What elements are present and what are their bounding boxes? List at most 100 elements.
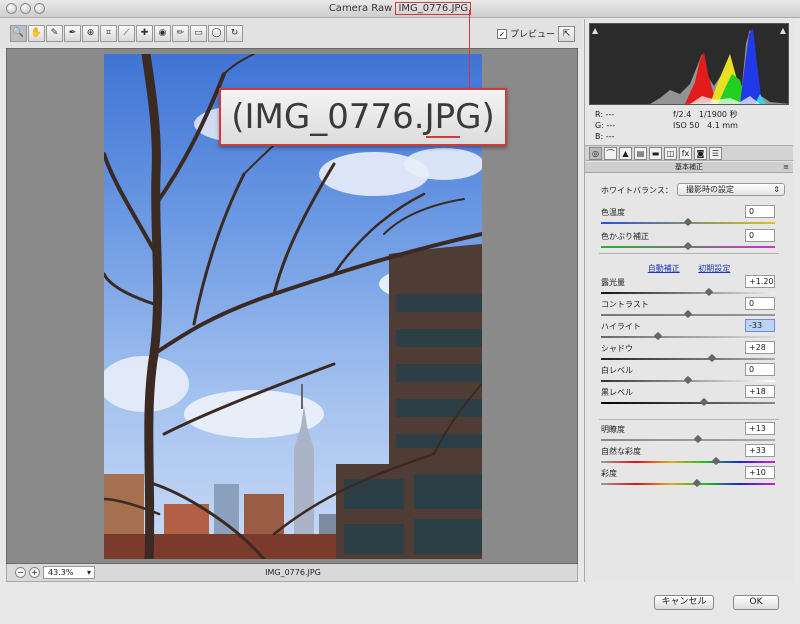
tool-bar: 🔍 ✋ ✎ ✒ ⊕ ⌗ ⟋ ✚ ◉ ✏ ▭ ◯ ↻ ✓ プレビュー ⇱ xyxy=(0,19,582,49)
slider-label: 色温度 xyxy=(601,208,625,217)
slider-knob[interactable] xyxy=(692,478,701,488)
effects-tab-icon[interactable]: fx xyxy=(679,147,692,160)
slider-label: ハイライト xyxy=(601,322,641,331)
slider-row: シャドウ +28 xyxy=(601,341,775,365)
slider-track[interactable] xyxy=(601,439,775,441)
slider-knob[interactable] xyxy=(683,241,693,251)
callout-connector xyxy=(469,10,470,88)
lens-tab-icon[interactable]: ◫ xyxy=(664,147,677,160)
detail-tab-icon[interactable]: ▲ xyxy=(619,147,632,160)
slider-value-input[interactable]: 0 xyxy=(745,205,775,218)
zoom-tool-icon[interactable]: 🔍 xyxy=(10,25,27,42)
slider-row: 色かぶり補正 0 xyxy=(601,229,775,253)
slider-track[interactable] xyxy=(601,358,775,360)
slider-knob[interactable] xyxy=(683,217,693,227)
graduated-filter-tool-icon[interactable]: ▭ xyxy=(190,25,207,42)
camera-raw-window: Camera Raw IMG_0776.JPG 🔍 ✋ ✎ ✒ ⊕ ⌗ ⟋ ✚ … xyxy=(0,0,800,624)
slider-row: 明瞭度 +13 xyxy=(601,422,775,446)
hand-tool-icon[interactable]: ✋ xyxy=(28,25,45,42)
fullscreen-toggle-icon[interactable]: ⇱ xyxy=(558,26,575,42)
histogram: ▲ ▲ xyxy=(589,23,790,105)
white-balance-label: ホワイトバランス： xyxy=(601,185,673,195)
app-name: Camera Raw xyxy=(328,3,393,14)
panel-menu-icon[interactable]: ≡ xyxy=(783,162,789,173)
slider-knob[interactable] xyxy=(699,397,708,407)
highlight-clip-icon[interactable]: ▲ xyxy=(780,26,786,35)
info-readout: R: --- G: --- B: --- f/2.4 1/1900 秒 ISO … xyxy=(593,109,789,145)
slider-value-input[interactable]: +10 xyxy=(745,466,775,479)
shadow-clip-icon[interactable]: ▲ xyxy=(592,26,598,35)
presets-tab-icon[interactable]: ☰ xyxy=(709,147,722,160)
panel-tabs: ◎ ⌒ ▲ ▤ ▬ ◫ fx ◙ ☰ xyxy=(585,145,793,161)
slider-value-input[interactable]: 0 xyxy=(745,363,775,376)
divider xyxy=(599,419,779,420)
preview-label: プレビュー xyxy=(510,30,556,40)
white-balance-select[interactable]: 撮影時の設定 ⇕ xyxy=(677,183,785,196)
slider-track[interactable] xyxy=(601,336,775,338)
slider-knob[interactable] xyxy=(694,434,703,444)
hsl-tab-icon[interactable]: ▤ xyxy=(634,147,647,160)
checkmark-icon[interactable]: ✓ xyxy=(497,28,507,39)
slider-value-input[interactable]: 0 xyxy=(745,229,775,242)
slider-row: コントラスト 0 xyxy=(601,297,775,321)
slider-label: 自然な彩度 xyxy=(601,447,641,456)
callout-text: (IMG_0776.JPG) xyxy=(231,97,495,137)
slider-label: 白レベル xyxy=(601,366,633,375)
blue-readout: B: --- xyxy=(595,132,615,141)
focal-length-readout: 4.1 mm xyxy=(707,121,738,130)
auto-link[interactable]: 自動補正 xyxy=(648,264,680,273)
slider-knob[interactable] xyxy=(711,456,721,466)
radial-filter-tool-icon[interactable]: ◯ xyxy=(208,25,225,42)
window-title: Camera Raw IMG_0776.JPG xyxy=(0,2,800,15)
settings-panel: ▲ ▲ R: --- G: --- B: --- f/2.4 1/1900 秒 … xyxy=(584,19,794,582)
slider-value-input[interactable]: +33 xyxy=(745,444,775,457)
slider-value-input[interactable]: 0 xyxy=(745,297,775,310)
slider-label: 黒レベル xyxy=(601,388,633,397)
cancel-button[interactable]: キャンセル xyxy=(654,595,714,610)
slider-knob[interactable] xyxy=(708,353,717,363)
preview-checkbox[interactable]: ✓ プレビュー xyxy=(497,27,555,40)
ok-button[interactable]: OK xyxy=(733,595,779,610)
crop-tool-icon[interactable]: ⌗ xyxy=(100,25,117,42)
straighten-tool-icon[interactable]: ⟋ xyxy=(118,25,135,42)
tone-curve-tab-icon[interactable]: ⌒ xyxy=(604,147,617,160)
slider-knob[interactable] xyxy=(654,331,663,341)
slider-label: シャドウ xyxy=(601,344,633,353)
slider-label: 露光量 xyxy=(601,278,625,287)
title-filename: IMG_0776.JPG xyxy=(395,2,472,15)
spot-removal-tool-icon[interactable]: ✚ xyxy=(136,25,153,42)
white-balance-tool-icon[interactable]: ✎ xyxy=(46,25,63,42)
slider-row: 白レベル 0 xyxy=(601,363,775,387)
basic-tab-icon[interactable]: ◎ xyxy=(589,147,602,160)
rotate-tool-icon[interactable]: ↻ xyxy=(226,25,243,42)
slider-track[interactable] xyxy=(601,292,775,294)
slider-track[interactable] xyxy=(601,461,775,463)
color-sampler-tool-icon[interactable]: ✒ xyxy=(64,25,81,42)
title-bar: Camera Raw IMG_0776.JPG xyxy=(0,0,800,18)
split-toning-tab-icon[interactable]: ▬ xyxy=(649,147,662,160)
slider-label: 色かぶり補正 xyxy=(601,232,649,241)
red-readout: R: --- xyxy=(595,110,615,119)
slider-row: 露光量 +1.20 xyxy=(601,275,775,299)
slider-value-input[interactable]: +13 xyxy=(745,422,775,435)
slider-knob[interactable] xyxy=(704,287,714,297)
slider-track[interactable] xyxy=(601,483,775,485)
slider-value-input[interactable]: +28 xyxy=(745,341,775,354)
filename-callout: (IMG_0776.JPG) xyxy=(219,88,507,146)
slider-value-input[interactable]: +18 xyxy=(745,385,775,398)
slider-value-input[interactable]: +1.20 xyxy=(745,275,775,288)
adjustment-brush-tool-icon[interactable]: ✏ xyxy=(172,25,189,42)
slider-label: コントラスト xyxy=(601,300,649,309)
camera-calibration-tab-icon[interactable]: ◙ xyxy=(694,147,707,160)
default-link[interactable]: 初期設定 xyxy=(698,264,730,273)
slider-row: 自然な彩度 +33 xyxy=(601,444,775,468)
white-balance-row: ホワイトバランス： 撮影時の設定 ⇕ xyxy=(601,183,787,197)
redeye-tool-icon[interactable]: ◉ xyxy=(154,25,171,42)
slider-track[interactable] xyxy=(601,402,775,404)
target-adjust-tool-icon[interactable]: ⊕ xyxy=(82,25,99,42)
shutter-readout: 1/1900 秒 xyxy=(698,110,738,119)
slider-value-input[interactable]: -33 xyxy=(745,319,775,332)
slider-knob[interactable] xyxy=(683,309,693,319)
slider-knob[interactable] xyxy=(683,375,693,385)
iso-readout: ISO 50 xyxy=(673,121,700,130)
